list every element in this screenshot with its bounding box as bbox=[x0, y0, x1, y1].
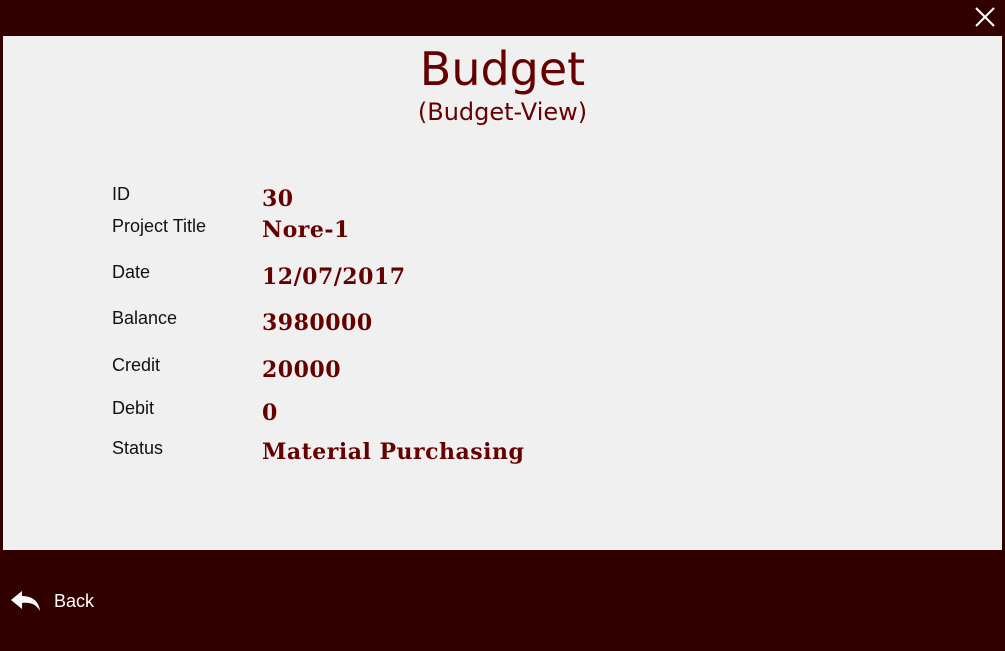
id-value: 30 bbox=[262, 186, 294, 212]
date-value: 12/07/2017 bbox=[262, 264, 406, 290]
title-bar bbox=[0, 0, 1005, 36]
debit-label: Debit bbox=[112, 398, 155, 418]
back-button[interactable]: Back bbox=[10, 587, 94, 615]
close-icon bbox=[975, 7, 995, 27]
project-title-value: Nore-1 bbox=[262, 217, 350, 243]
status-label: Status bbox=[112, 438, 164, 458]
page-title: Budget bbox=[419, 42, 586, 96]
budget-window: Budget (Budget-View) ID 30 Project Title… bbox=[0, 0, 1005, 651]
credit-label: Credit bbox=[112, 355, 161, 375]
footer-bar: Back bbox=[0, 550, 1005, 651]
page-subtitle: (Budget-View) bbox=[417, 98, 588, 126]
debit-value: 0 bbox=[262, 400, 278, 426]
status-value: Material Purchasing bbox=[262, 439, 525, 465]
balance-label: Balance bbox=[112, 308, 178, 328]
close-button[interactable] bbox=[973, 5, 997, 29]
id-label: ID bbox=[112, 184, 130, 204]
back-label: Back bbox=[54, 590, 95, 611]
date-label: Date bbox=[112, 262, 151, 282]
reply-arrow-icon bbox=[11, 591, 40, 611]
project-title-label: Project Title bbox=[112, 216, 207, 236]
credit-value: 20000 bbox=[262, 357, 342, 383]
balance-value: 3980000 bbox=[262, 310, 373, 336]
budget-details-panel: Budget (Budget-View) ID 30 Project Title… bbox=[3, 36, 1002, 550]
